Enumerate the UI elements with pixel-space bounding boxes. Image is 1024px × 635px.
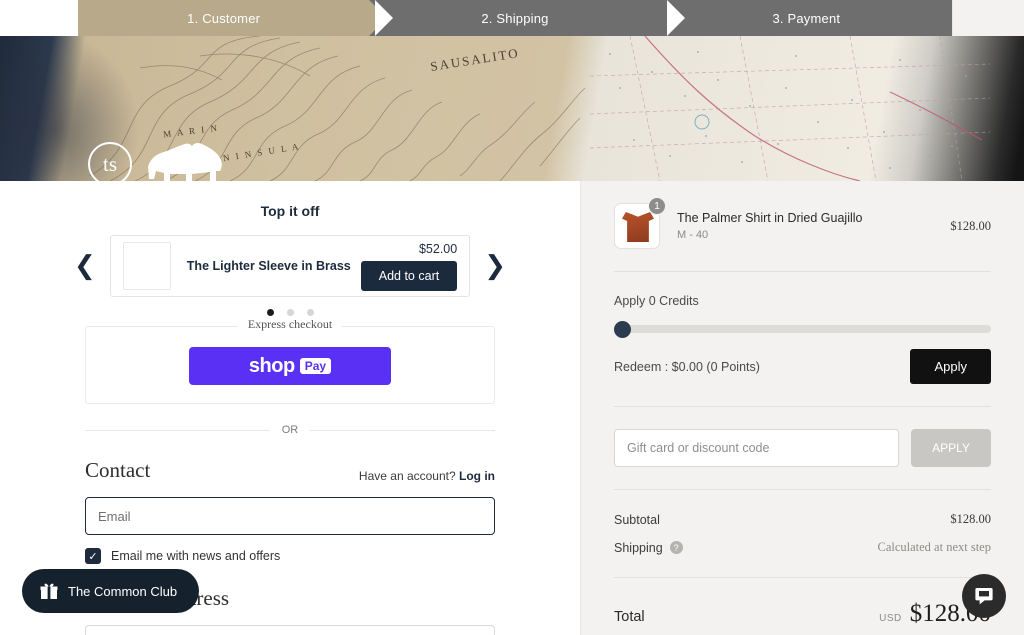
redeem-row: Redeem : $0.00 (0 Points) Apply — [614, 349, 991, 384]
step-shipping[interactable]: 2. Shipping — [369, 0, 686, 36]
lighter-sleeve-image — [137, 251, 156, 282]
account-prompt: Have an account? Log in — [359, 469, 495, 483]
common-club-label: The Common Club — [68, 583, 178, 599]
store-banner: SAUSALITO M A R I N P E N I N S U L A ts — [0, 36, 1024, 181]
summary-divider-2 — [614, 406, 991, 407]
total-label: Total — [614, 609, 645, 625]
line-item-info: The Palmer Shirt in Dried Guajillo M - 4… — [677, 211, 950, 241]
newsletter-label: Email me with news and offers — [111, 549, 281, 563]
brand-logo[interactable]: ts — [88, 141, 224, 181]
checkout-main: Top it off ❮ The Lighter Sleeve in Brass… — [0, 181, 1024, 635]
upsell-carousel: ❮ The Lighter Sleeve in Brass $52.00 Add… — [0, 235, 580, 297]
carousel-dots — [0, 309, 580, 316]
stepbar-right-pad — [951, 0, 1024, 36]
logo-monogram-icon: ts — [88, 142, 132, 181]
shop-pay-button[interactable]: shop Pay — [189, 347, 391, 385]
order-line-item: 1 The Palmer Shirt in Dried Guajillo M -… — [614, 197, 991, 249]
or-divider: OR — [85, 424, 495, 436]
shop-pay-wordmark: shop — [248, 354, 295, 377]
quantity-badge: 1 — [648, 197, 666, 215]
step-payment-label: 3. Payment — [772, 10, 841, 26]
apply-credits-label: Apply 0 Credits — [614, 294, 699, 308]
redeem-label: Redeem : $0.00 (0 Points) — [614, 359, 760, 374]
step-customer[interactable]: 1. Customer — [78, 0, 394, 36]
express-checkout-section: Express checkout shop Pay — [85, 317, 495, 404]
total-row: Total USD $128.00 — [614, 600, 991, 628]
line-item-name: The Palmer Shirt in Dried Guajillo — [677, 211, 863, 225]
summary-divider-4 — [614, 577, 991, 578]
credits-slider-handle[interactable] — [614, 321, 631, 338]
upsell-product-thumbnail — [122, 242, 171, 290]
newsletter-row: ✓ Email me with news and offers — [85, 548, 495, 564]
credits-slider-track — [614, 325, 991, 333]
shop-pay-badge: Pay — [299, 358, 332, 374]
line-item-variant: M - 40 — [677, 229, 709, 241]
subtotal-value: $128.00 — [950, 512, 991, 526]
step-shipping-label: 2. Shipping — [481, 10, 549, 26]
upsell-actions: $52.00 Add to cart — [360, 241, 458, 291]
upsell-product-price: $52.00 — [418, 241, 458, 256]
carousel-dot-2[interactable] — [286, 309, 294, 316]
upsell-product-card[interactable]: The Lighter Sleeve in Brass $52.00 Add t… — [109, 235, 471, 297]
shipping-address-field[interactable] — [85, 625, 495, 635]
shipping-help-icon[interactable]: ? — [669, 541, 683, 554]
shipping-row: Shipping ? Calculated at next step — [614, 540, 991, 555]
palmer-shirt-image — [622, 212, 654, 242]
contact-header: Contact Have an account? Log in — [85, 458, 495, 483]
common-club-button[interactable]: The Common Club — [22, 569, 200, 613]
bear-silhouette-icon — [148, 142, 222, 181]
newsletter-checkbox[interactable]: ✓ — [85, 548, 101, 564]
shipping-value: Calculated at next step — [877, 540, 991, 554]
discount-code-row: APPLY — [614, 429, 991, 467]
chat-widget-button[interactable] — [962, 574, 1006, 618]
summary-divider-3 — [614, 489, 991, 490]
total-currency: USD — [879, 613, 902, 624]
line-item-thumbnail: 1 — [614, 197, 666, 249]
checkout-left-column: Top it off ❮ The Lighter Sleeve in Brass… — [0, 181, 580, 635]
carousel-next-icon[interactable]: ❯ — [470, 253, 520, 279]
express-checkout-box: shop Pay — [85, 326, 495, 404]
gift-icon — [40, 583, 58, 599]
summary-divider-1 — [614, 271, 991, 272]
or-label: OR — [281, 424, 299, 436]
step-payment[interactable]: 3. Payment — [660, 0, 952, 36]
contact-title: Contact — [85, 458, 151, 482]
subtotal-row: Subtotal $128.00 — [614, 512, 991, 527]
line-item-price: $128.00 — [950, 218, 991, 233]
step-customer-label: 1. Customer — [187, 10, 261, 26]
subtotal-label: Subtotal — [614, 512, 660, 527]
order-summary-panel: 1 The Palmer Shirt in Dried Guajillo M -… — [580, 181, 1024, 635]
carousel-dot-1[interactable] — [266, 309, 274, 316]
marine-chart-lines — [590, 36, 990, 181]
shipping-label: Shipping — [614, 540, 663, 555]
log-in-link[interactable]: Log in — [459, 469, 495, 483]
chat-bubble-icon — [975, 588, 993, 605]
upsell-title: Top it off — [260, 203, 320, 219]
discount-code-input[interactable] — [614, 429, 899, 467]
checkout-progress-bar: 1. Customer 2. Shipping 3. Payment — [0, 0, 1024, 36]
email-input[interactable] — [85, 497, 495, 535]
express-checkout-label: Express checkout — [237, 317, 343, 332]
carousel-dot-3[interactable] — [306, 309, 314, 316]
upsell-product-name: The Lighter Sleeve in Brass — [186, 259, 351, 273]
carousel-prev-icon[interactable]: ❮ — [60, 253, 110, 279]
credits-slider[interactable] — [614, 321, 991, 338]
add-to-cart-button[interactable]: Add to cart — [360, 260, 458, 291]
stepbar-left-pad — [0, 0, 78, 36]
shipping-label-wrap: Shipping ? — [614, 541, 683, 555]
account-prompt-text: Have an account? — [358, 469, 456, 483]
discount-apply-button[interactable]: APPLY — [911, 429, 991, 467]
apply-credits-button[interactable]: Apply — [910, 349, 991, 384]
